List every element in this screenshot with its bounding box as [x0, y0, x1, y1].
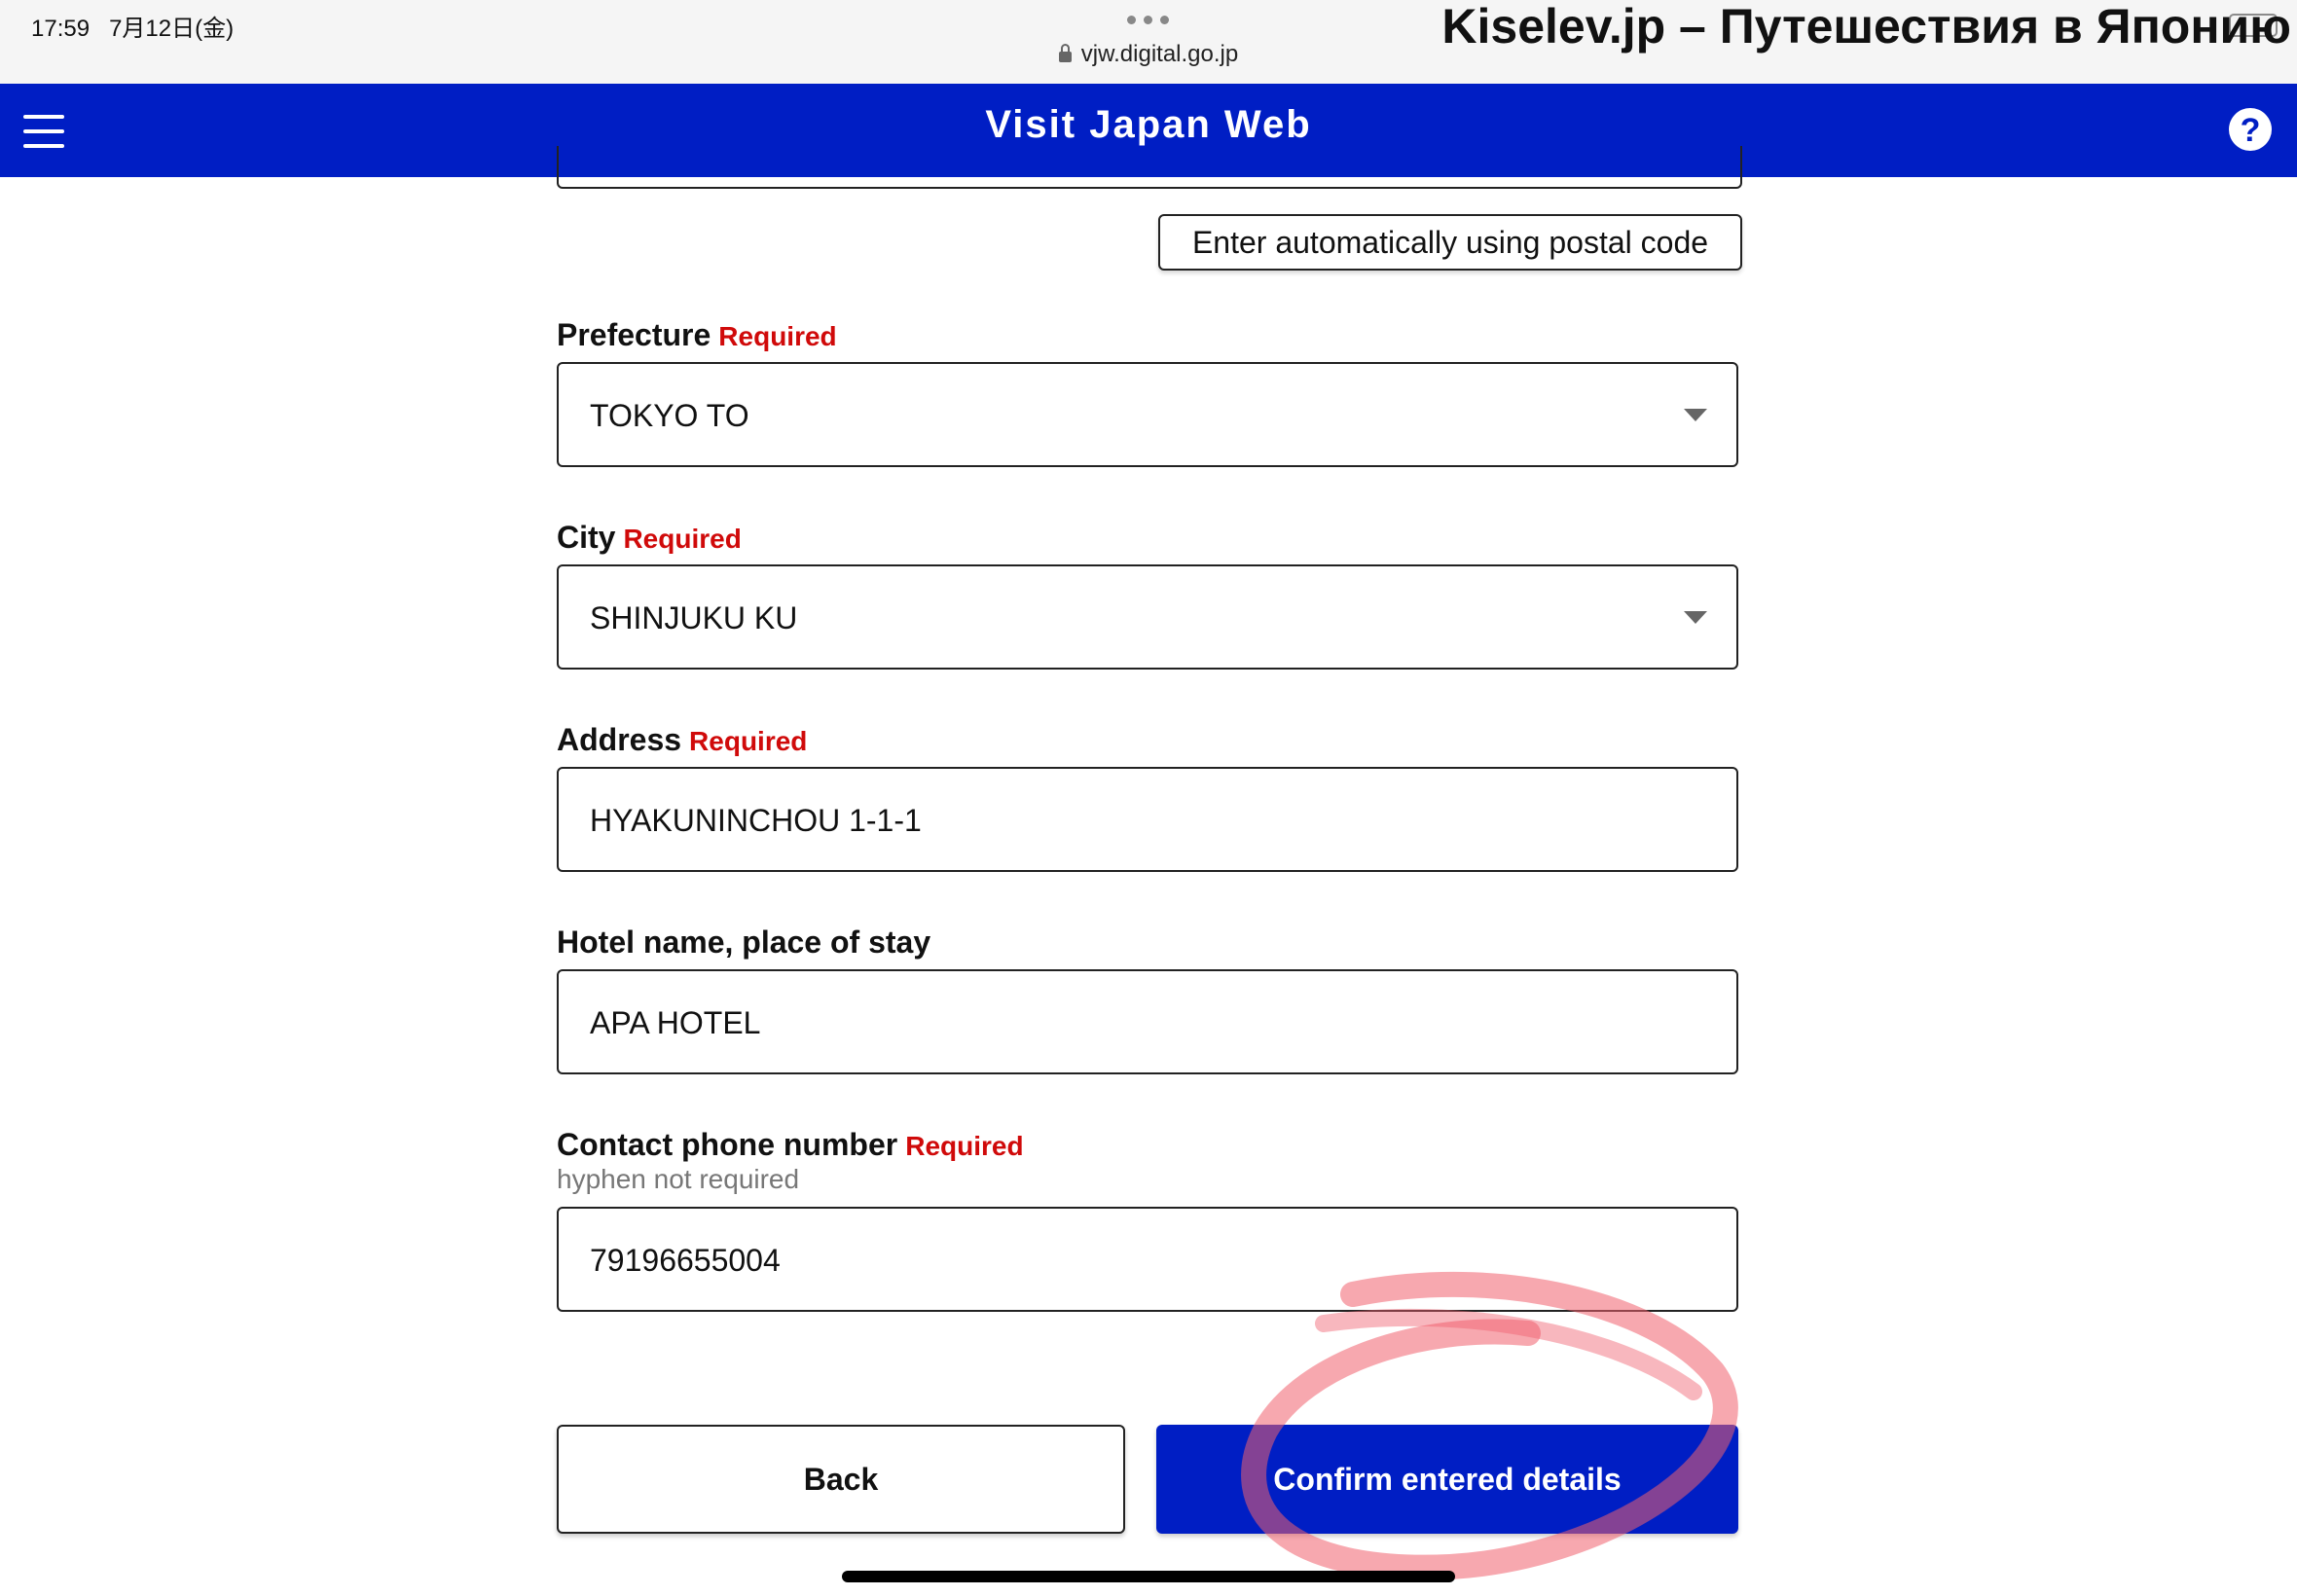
hotel-value: APA HOTEL — [590, 1005, 761, 1040]
required-badge: Required — [689, 726, 808, 756]
address-input[interactable]: HYAKUNINCHOU 1-1-1 — [557, 767, 1738, 872]
phone-input[interactable]: 79196655004 — [557, 1207, 1738, 1312]
prefecture-select[interactable]: TOKYO TO — [557, 362, 1738, 467]
phone-hint: hyphen not required — [557, 1164, 800, 1194]
city-value: SHINJUKU KU — [590, 600, 798, 635]
help-icon[interactable]: ? — [2229, 108, 2272, 151]
postal-autofill-button[interactable]: Enter automatically using postal code — [1158, 214, 1742, 271]
page-title: Visit Japan Web — [985, 103, 1312, 146]
chevron-down-icon — [1684, 409, 1707, 421]
watermark: Kiselev.jp – Путешествия в Японию — [1441, 0, 2291, 54]
prefecture-value: TOKYO TO — [590, 398, 749, 433]
home-indicator[interactable] — [842, 1571, 1455, 1582]
phone-label: Contact phone number Required — [557, 1127, 1024, 1162]
status-time-date: 17:59 7月12日(金) — [31, 9, 234, 43]
city-label: City Required — [557, 520, 742, 555]
status-date: 7月12日(金) — [109, 16, 235, 42]
status-time: 17:59 — [31, 16, 91, 42]
prefecture-label: Prefecture Required — [557, 317, 837, 352]
lock-icon — [1058, 44, 1072, 62]
chevron-down-icon — [1684, 611, 1707, 624]
hotel-input[interactable]: APA HOTEL — [557, 969, 1738, 1074]
confirm-button[interactable]: Confirm entered details — [1156, 1425, 1738, 1534]
city-select[interactable]: SHINJUKU KU — [557, 564, 1738, 670]
status-bar: 17:59 7月12日(金) vjw.digital.go.jp Kiselev… — [0, 0, 2297, 84]
url-text: vjw.digital.go.jp — [1080, 41, 1239, 67]
required-badge: Required — [905, 1131, 1024, 1161]
address-label: Address Required — [557, 722, 808, 757]
address-value: HYAKUNINCHOU 1-1-1 — [590, 803, 922, 838]
phone-value: 79196655004 — [590, 1243, 781, 1278]
back-button[interactable]: Back — [557, 1425, 1125, 1534]
required-badge: Required — [623, 524, 742, 554]
postal-code-input[interactable] — [557, 146, 1742, 189]
required-badge: Required — [718, 321, 837, 351]
hotel-label: Hotel name, place of stay — [557, 925, 931, 960]
tab-more-icon[interactable] — [1127, 16, 1169, 24]
